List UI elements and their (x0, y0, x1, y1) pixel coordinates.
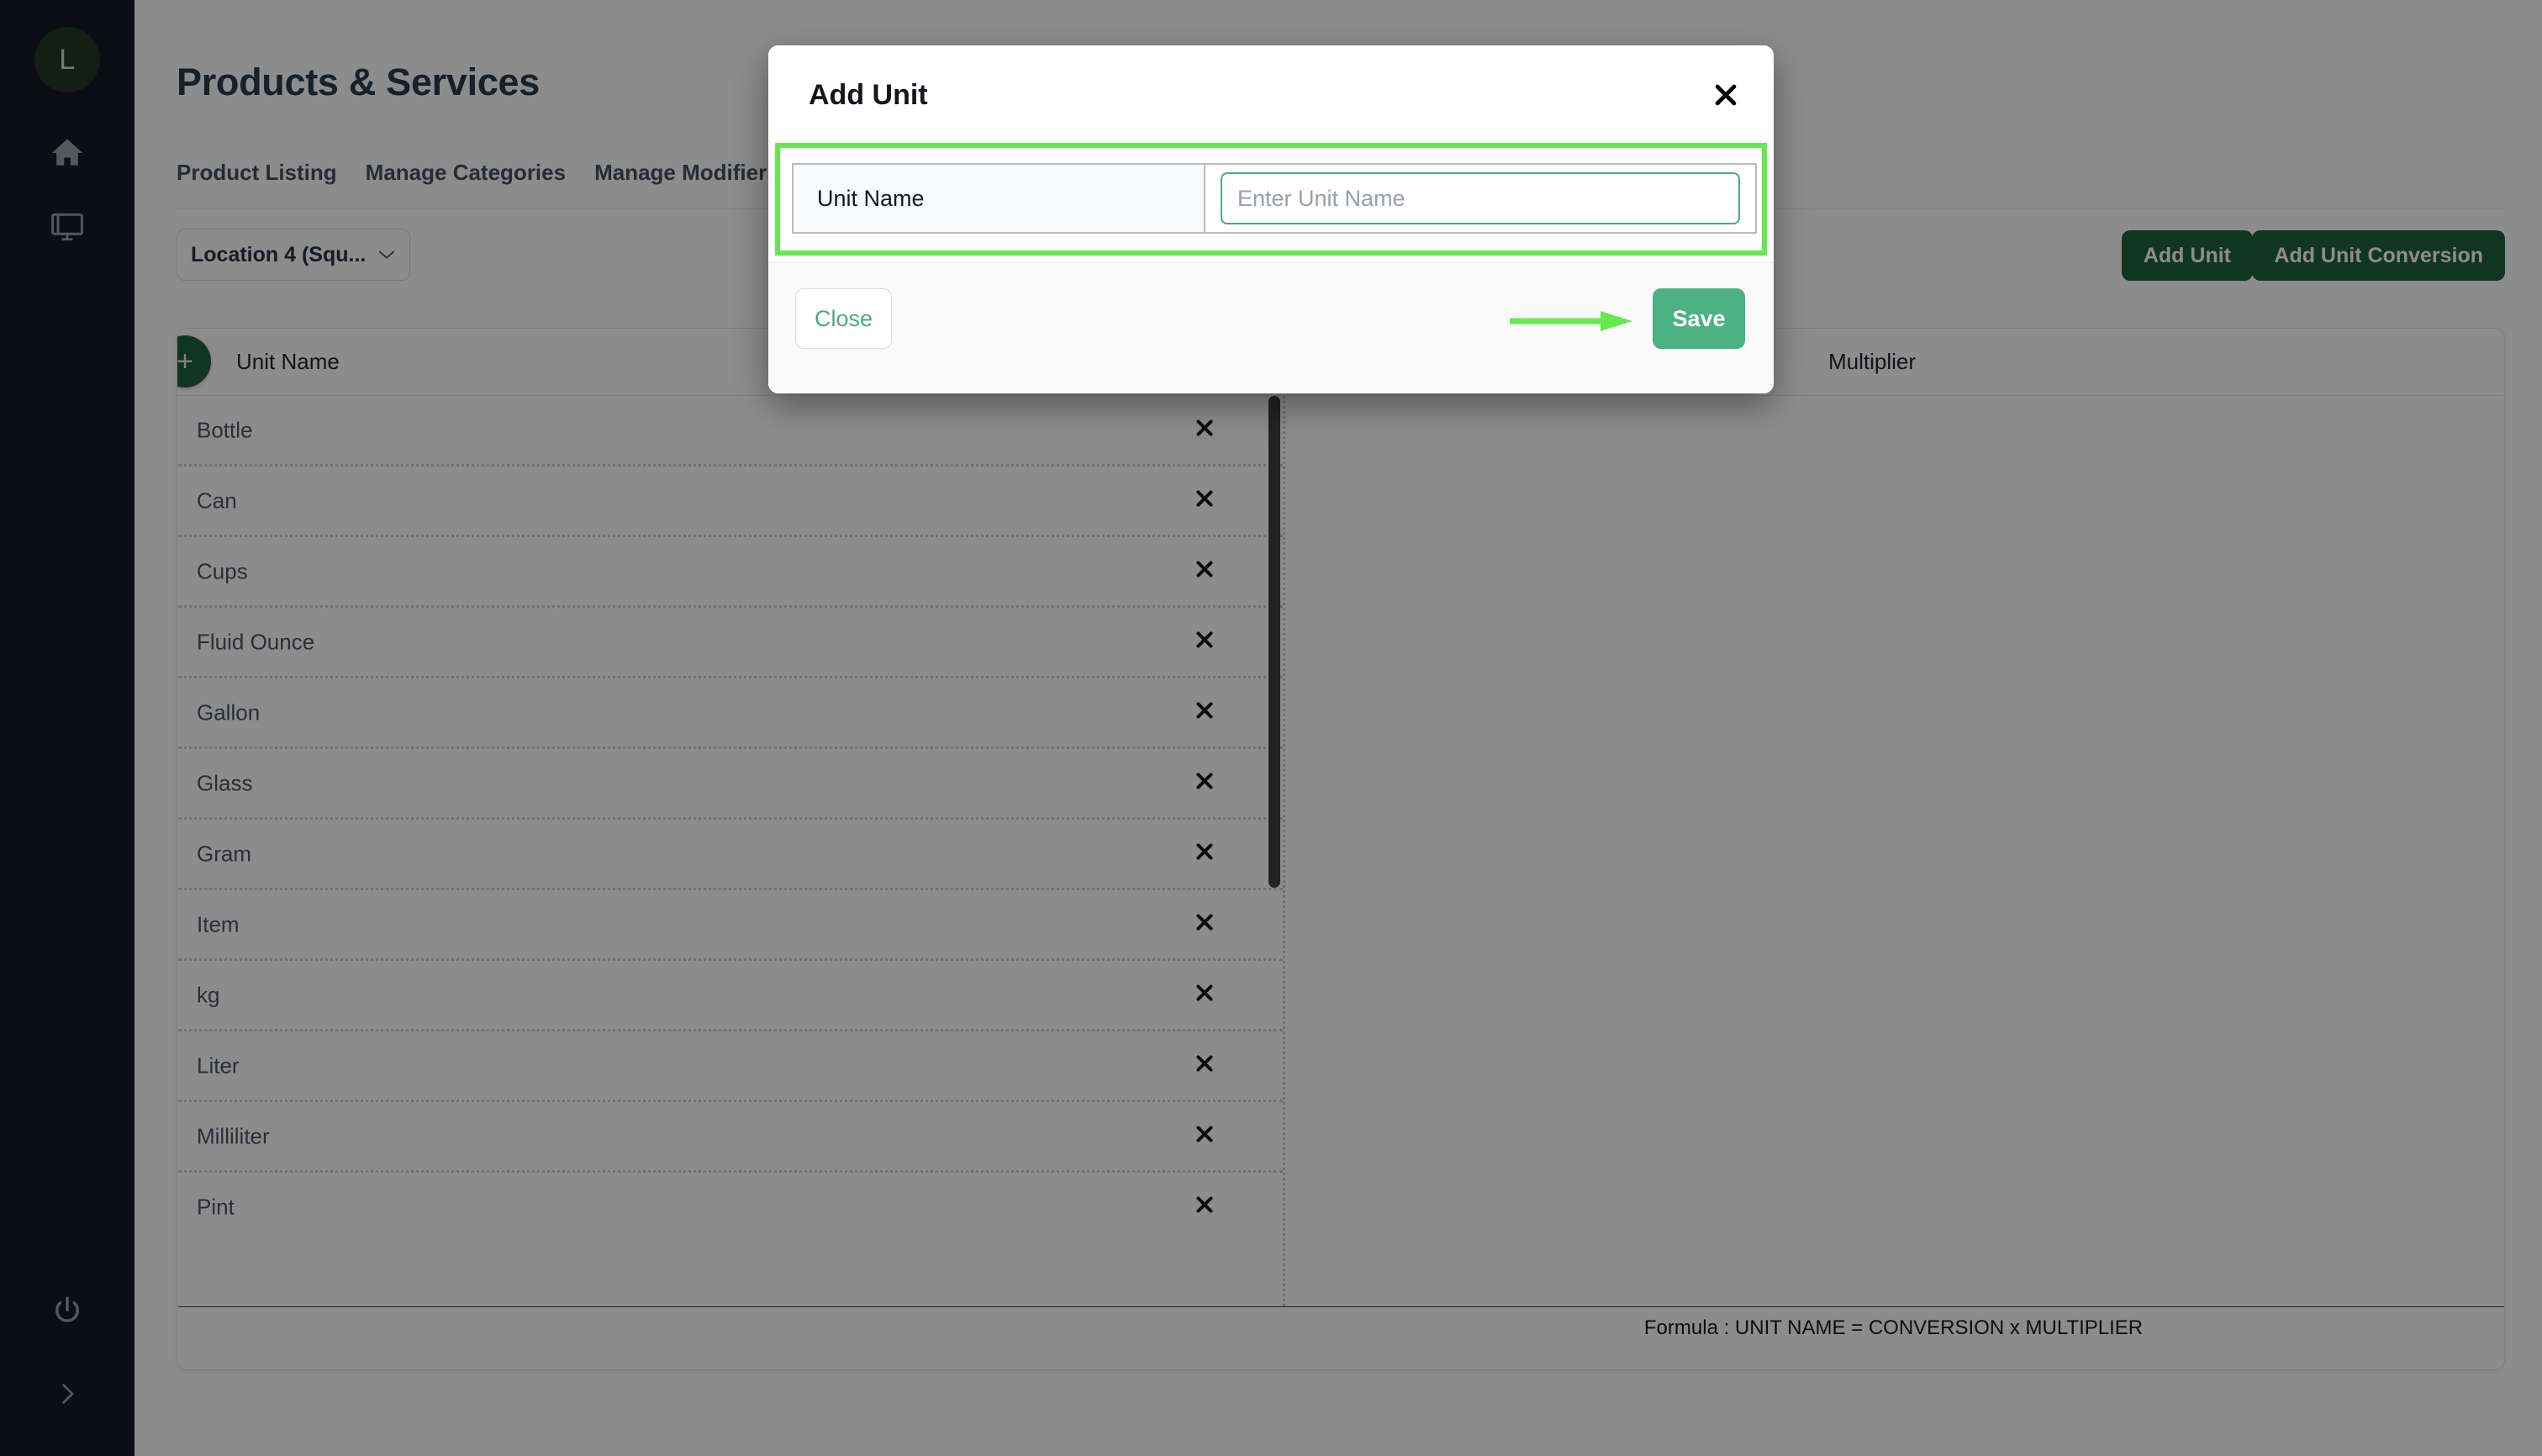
save-button[interactable]: Save (1653, 288, 1745, 349)
close-icon[interactable] (1706, 76, 1745, 114)
unit-name-input[interactable] (1221, 172, 1740, 224)
close-button[interactable]: Close (795, 288, 892, 349)
modal-title: Add Unit (809, 79, 928, 112)
unit-name-field-row: Unit Name (792, 163, 1757, 234)
modal-body-highlight: Unit Name (775, 143, 1767, 256)
unit-name-input-cell (1205, 165, 1755, 232)
arrow-right-annotation (1508, 310, 1634, 332)
add-unit-modal: Add Unit Unit Name Close (768, 45, 1774, 393)
app-root: L (0, 0, 2542, 1456)
modal-footer: Close Save (768, 262, 1774, 393)
modal-header: Add Unit (768, 45, 1774, 148)
unit-name-label: Unit Name (794, 165, 1205, 232)
